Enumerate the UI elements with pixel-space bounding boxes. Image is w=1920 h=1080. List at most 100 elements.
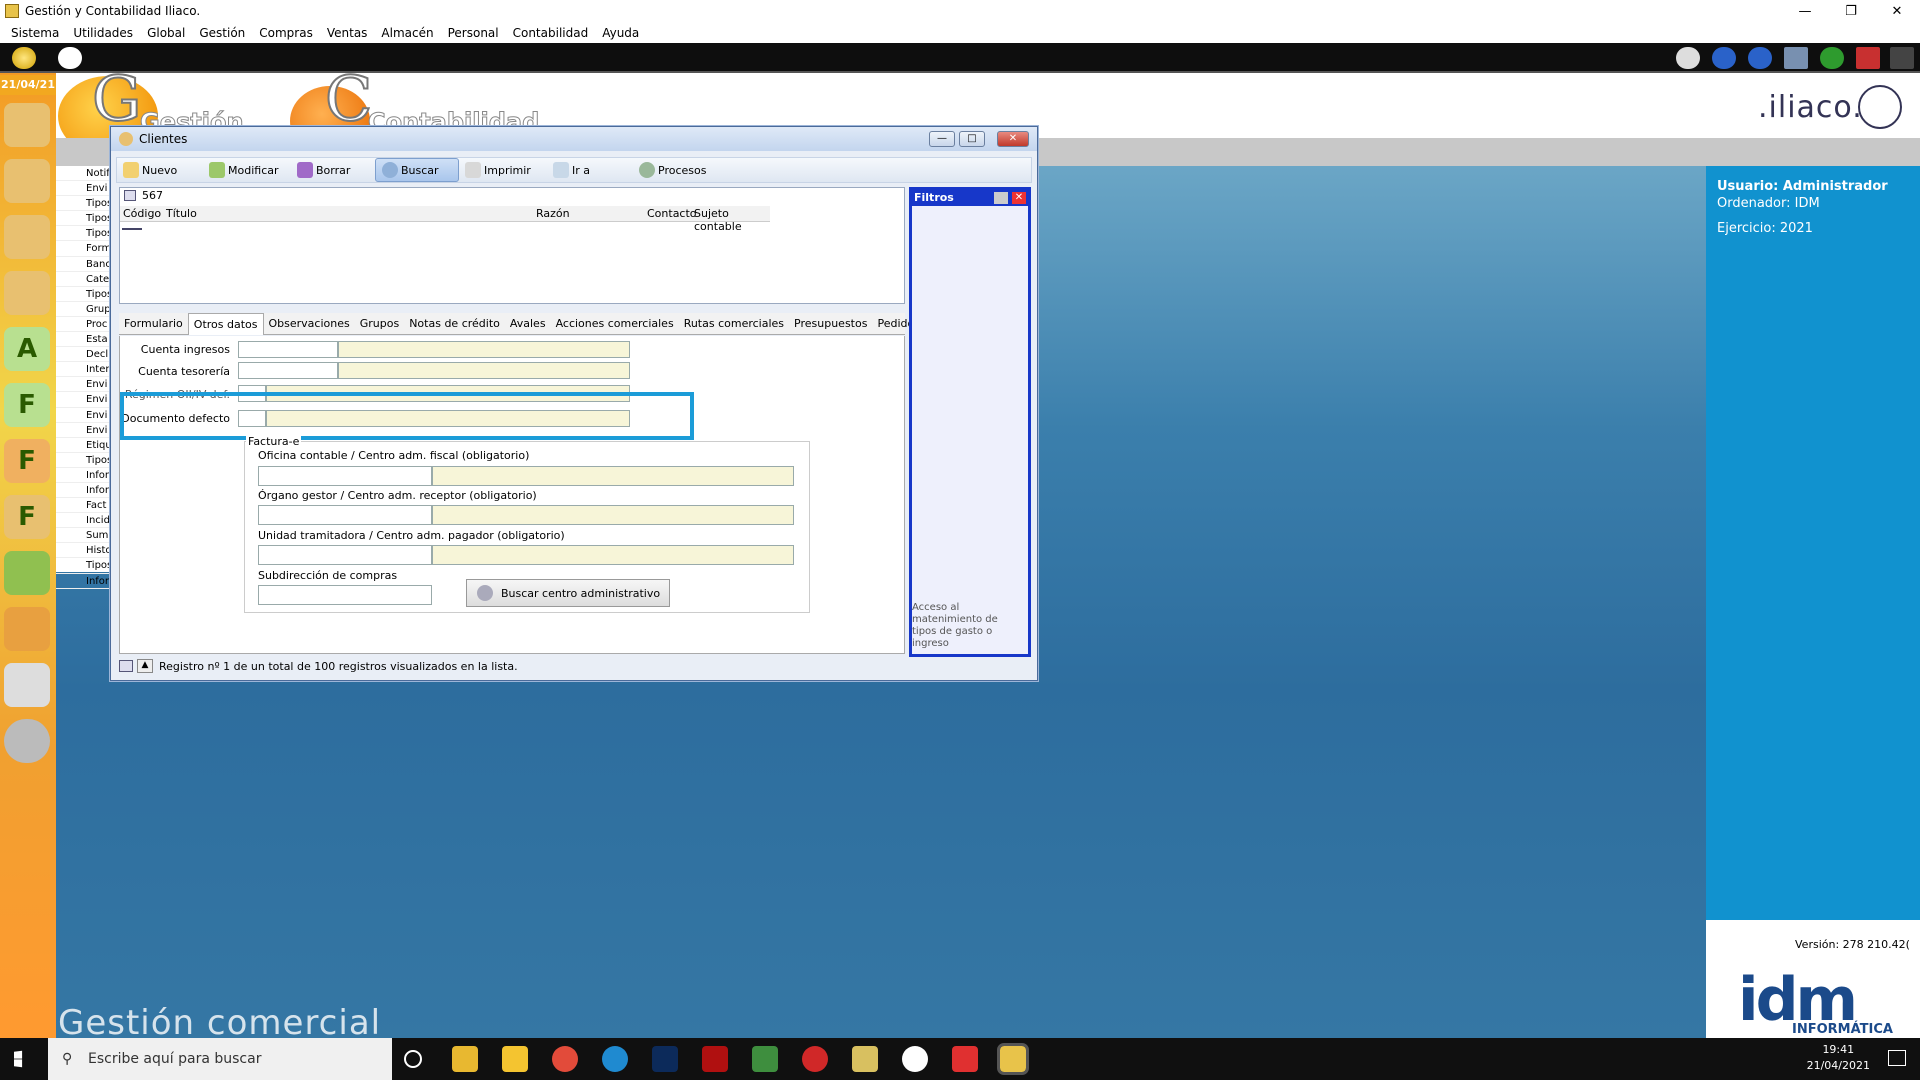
menu-sistema[interactable]: Sistema bbox=[4, 26, 66, 40]
borrar-button[interactable]: Borrar bbox=[291, 158, 375, 182]
col-titulo[interactable]: Título bbox=[166, 207, 197, 220]
list-icon[interactable] bbox=[4, 663, 50, 707]
col-contacto[interactable]: Contacto bbox=[647, 207, 697, 220]
side-list-item[interactable]: Envi bbox=[56, 377, 111, 393]
side-list-item[interactable]: Decl bbox=[56, 347, 111, 363]
cuenta-ingresos-desc-field[interactable] bbox=[338, 341, 630, 358]
restore-button[interactable]: ❐ bbox=[1828, 0, 1874, 22]
menu-utilidades[interactable]: Utilidades bbox=[66, 26, 140, 40]
filezilla-icon[interactable] bbox=[702, 1046, 728, 1072]
menu-personal[interactable]: Personal bbox=[441, 26, 506, 40]
unidad-code-field[interactable] bbox=[258, 545, 432, 565]
buscar-button[interactable]: Buscar bbox=[375, 158, 459, 182]
disc-icon[interactable] bbox=[4, 719, 50, 763]
tab-rutas-comerciales[interactable]: Rutas comerciales bbox=[679, 313, 789, 335]
window-minimize-button[interactable]: — bbox=[929, 131, 955, 147]
iliaco-taskbar-icon[interactable] bbox=[997, 1043, 1029, 1075]
notepad-icon[interactable] bbox=[752, 1046, 778, 1072]
organo-code-field[interactable] bbox=[258, 505, 432, 525]
menu-global[interactable]: Global bbox=[140, 26, 192, 40]
menu-almacen[interactable]: Almacén bbox=[374, 26, 440, 40]
app-icon-3[interactable] bbox=[902, 1046, 928, 1072]
invoice-compra-icon[interactable]: F bbox=[4, 495, 50, 539]
users-icon[interactable] bbox=[4, 103, 50, 147]
col-codigo[interactable]: Código bbox=[123, 207, 161, 220]
invoice-icon[interactable]: F bbox=[4, 383, 50, 427]
tab-formulario[interactable]: Formulario bbox=[119, 313, 188, 335]
side-list-item[interactable]: Tipos bbox=[56, 558, 111, 574]
tab-notas-credito[interactable]: Notas de crédito bbox=[404, 313, 505, 335]
side-list-item[interactable]: Etiqu bbox=[56, 438, 111, 453]
imprimir-button[interactable]: Imprimir bbox=[459, 158, 547, 182]
menu-contabilidad[interactable]: Contabilidad bbox=[506, 26, 596, 40]
col-sujeto[interactable]: Sujeto contable bbox=[694, 207, 770, 233]
window-close-button[interactable]: ✕ bbox=[997, 131, 1029, 147]
folder-icon[interactable] bbox=[4, 607, 50, 651]
invoice-issued-icon[interactable]: F bbox=[4, 439, 50, 483]
tab-acciones-comerciales[interactable]: Acciones comerciales bbox=[551, 313, 679, 335]
side-list-item[interactable]: Proc bbox=[56, 317, 111, 333]
side-list-item[interactable]: Tipos bbox=[56, 211, 111, 227]
side-list-item[interactable]: Tipos bbox=[56, 226, 111, 242]
start-icon[interactable] bbox=[14, 1050, 23, 1068]
forward-arrow-icon[interactable] bbox=[1748, 47, 1772, 69]
organo-desc-field[interactable] bbox=[432, 505, 794, 525]
side-list-item[interactable]: Histo bbox=[56, 543, 111, 559]
side-list-item[interactable]: Tipos bbox=[56, 453, 111, 468]
mail-app-icon[interactable] bbox=[502, 1046, 528, 1072]
close-button[interactable]: ✕ bbox=[1874, 0, 1920, 22]
chrome-icon[interactable] bbox=[552, 1046, 578, 1072]
home-icon[interactable] bbox=[12, 47, 36, 69]
side-list-item[interactable]: Infor bbox=[56, 574, 111, 589]
buscar-centro-button[interactable]: Buscar centro administrativo bbox=[466, 579, 670, 607]
subdireccion-field[interactable] bbox=[258, 585, 432, 605]
modificar-button[interactable]: Modificar bbox=[203, 158, 291, 182]
side-list-item[interactable]: Fact bbox=[56, 498, 111, 514]
side-list-item[interactable]: Notif bbox=[56, 166, 111, 182]
side-list-item[interactable]: Envi bbox=[56, 392, 111, 408]
minimize-button[interactable]: — bbox=[1782, 0, 1828, 22]
bag-icon[interactable] bbox=[4, 551, 50, 595]
side-list-item[interactable]: Cate bbox=[56, 272, 111, 287]
app-icon-2[interactable] bbox=[852, 1046, 878, 1072]
status-record-icon[interactable] bbox=[119, 660, 133, 672]
tab-avales[interactable]: Avales bbox=[505, 313, 551, 335]
status-up-icon[interactable]: ▲ bbox=[137, 659, 153, 673]
taskbar-search[interactable]: ⚲ Escribe aquí para buscar bbox=[48, 1038, 392, 1080]
back-arrow-icon[interactable] bbox=[1712, 47, 1736, 69]
user-icon[interactable] bbox=[58, 47, 82, 69]
side-list-item[interactable]: Tipos bbox=[56, 287, 111, 302]
unidad-desc-field[interactable] bbox=[432, 545, 794, 565]
tab-presupuestos[interactable]: Presupuestos bbox=[789, 313, 872, 335]
menu-gestion[interactable]: Gestión bbox=[192, 26, 252, 40]
side-list-item[interactable]: Envi bbox=[56, 408, 111, 423]
tab-otros-datos[interactable]: Otros datos bbox=[187, 313, 264, 335]
side-list-item[interactable]: Esta bbox=[56, 332, 111, 348]
side-list-item[interactable]: Envi bbox=[56, 423, 111, 438]
side-list-item[interactable]: Banc bbox=[56, 257, 111, 272]
ir-a-button[interactable]: Ir a bbox=[547, 158, 633, 182]
articles-icon[interactable]: A bbox=[4, 327, 50, 371]
side-list-item[interactable]: Infor bbox=[56, 468, 111, 483]
notifications-icon[interactable] bbox=[1888, 1050, 1906, 1066]
cuenta-ingresos-code-field[interactable] bbox=[238, 341, 338, 358]
side-list-item[interactable]: Tipos bbox=[56, 196, 111, 212]
side-list-item[interactable]: Incid bbox=[56, 513, 111, 529]
oficina-code-field[interactable] bbox=[258, 466, 432, 486]
menu-compras[interactable]: Compras bbox=[252, 26, 320, 40]
side-list-item[interactable]: Inter bbox=[56, 362, 111, 378]
procesos-button[interactable]: Procesos bbox=[633, 158, 725, 182]
side-list-item[interactable]: Form bbox=[56, 241, 111, 257]
explorer-icon[interactable] bbox=[452, 1046, 478, 1072]
photoshop-icon[interactable] bbox=[652, 1046, 678, 1072]
side-list-item[interactable]: Sumi bbox=[56, 528, 111, 544]
col-razon[interactable]: Razón bbox=[536, 207, 570, 220]
filtros-text[interactable]: Acceso al matenimiento de tipos de gasto… bbox=[912, 602, 1022, 650]
tab-observaciones[interactable]: Observaciones bbox=[264, 313, 355, 335]
cortana-icon[interactable] bbox=[404, 1050, 422, 1068]
filtros-pin-icon[interactable] bbox=[994, 192, 1008, 204]
cuenta-tesoreria-code-field[interactable] bbox=[238, 362, 338, 379]
windows-icon[interactable] bbox=[1784, 47, 1808, 69]
side-list-item[interactable]: Infor bbox=[56, 483, 111, 499]
provider-icon[interactable] bbox=[4, 215, 50, 259]
